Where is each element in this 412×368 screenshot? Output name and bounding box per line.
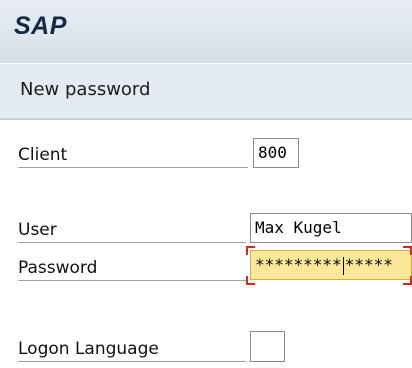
- logon-language-field[interactable]: [250, 331, 285, 362]
- focus-corner-top-left: [246, 246, 255, 255]
- focus-corner-bottom-left: [246, 276, 255, 285]
- logon-language-label: Logon Language: [18, 337, 246, 362]
- app-header: SAP: [0, 0, 412, 63]
- text-caret: [342, 256, 344, 275]
- focus-corner-top-right: [403, 246, 412, 255]
- client-label: Client: [18, 143, 248, 168]
- user-field[interactable]: Max Kugel: [250, 213, 412, 243]
- password-masked-text-tail: *****: [344, 255, 393, 274]
- page-title: New password: [20, 79, 151, 100]
- sap-logo: SAP: [14, 12, 67, 40]
- title-divider: [0, 118, 412, 120]
- password-masked-text: *********: [255, 255, 342, 274]
- user-label: User: [18, 218, 246, 243]
- password-label: Password: [18, 256, 246, 281]
- client-field[interactable]: 800: [253, 138, 299, 168]
- password-field[interactable]: ********* *****: [250, 250, 412, 280]
- focus-corner-bottom-right: [403, 276, 412, 285]
- title-bar: New password: [0, 64, 412, 118]
